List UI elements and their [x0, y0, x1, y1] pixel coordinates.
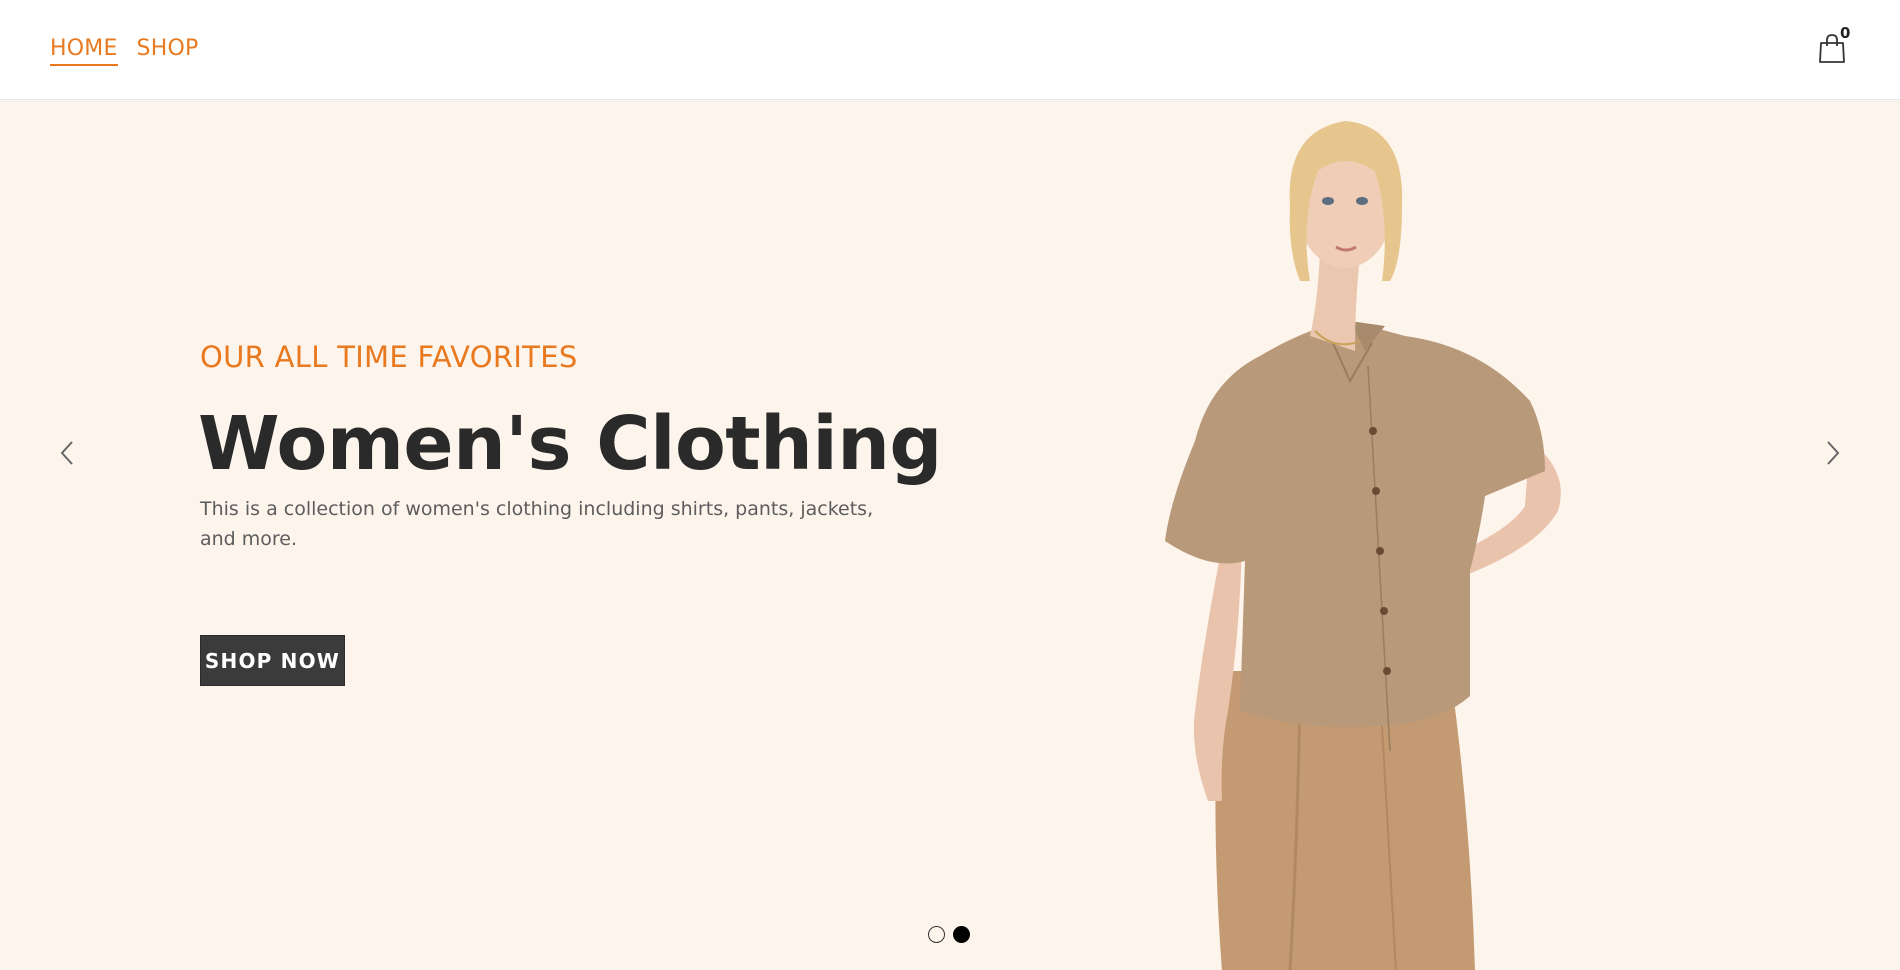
hero-slider: OUR ALL TIME FAVORITES Women's Clothing …: [0, 101, 1900, 970]
hero-eyebrow: OUR ALL TIME FAVORITES: [200, 340, 578, 374]
chevron-right-icon: [1827, 441, 1840, 465]
nav-home-link[interactable]: HOME: [50, 36, 118, 66]
hero-description: This is a collection of women's clothing…: [200, 498, 874, 550]
carousel-dot-1[interactable]: [928, 926, 945, 943]
nav-shop-link[interactable]: SHOP: [137, 36, 199, 66]
site-header: HOME SHOP 0: [0, 0, 1900, 100]
main-nav: HOME SHOP: [50, 36, 198, 66]
carousel-prev-button[interactable]: [52, 438, 82, 468]
carousel-next-button[interactable]: [1818, 438, 1848, 468]
cart-button[interactable]: 0: [1818, 24, 1850, 66]
hero-title: Women's Clothing: [198, 401, 942, 487]
carousel-dot-2[interactable]: [953, 926, 970, 943]
hero-model-image: [1165, 121, 1561, 970]
carousel-pagination: [928, 926, 970, 943]
cart-count-badge: 0: [1840, 24, 1851, 42]
shop-now-button[interactable]: SHOP NOW: [200, 635, 345, 686]
chevron-left-icon: [60, 441, 73, 465]
